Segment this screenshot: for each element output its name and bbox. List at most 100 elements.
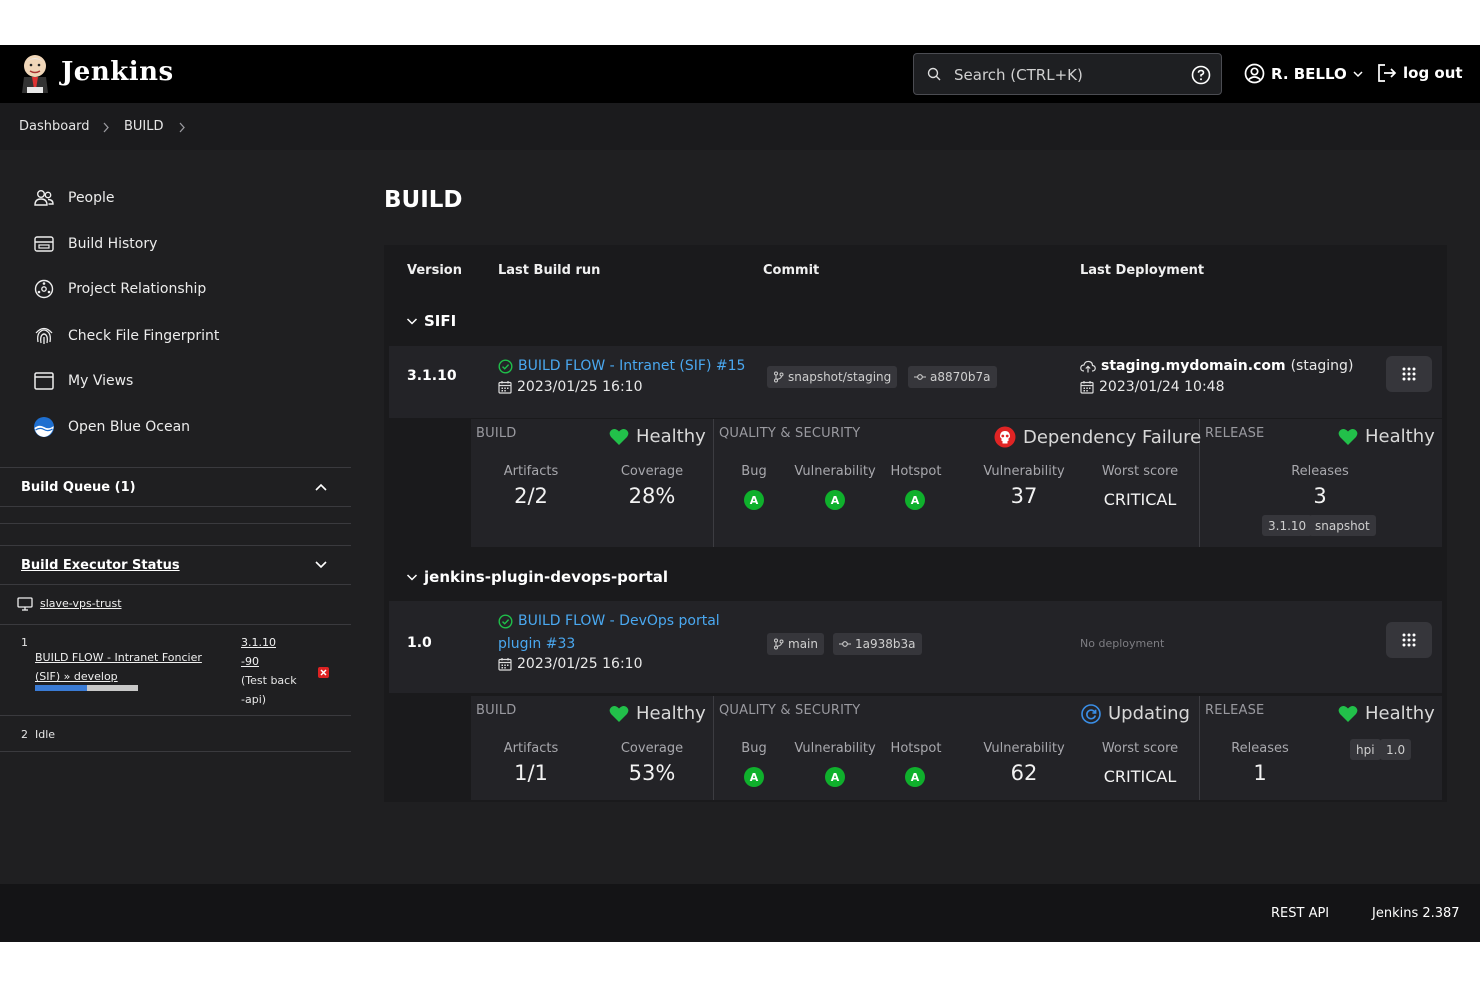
divider <box>0 624 351 625</box>
fingerprint-icon <box>35 327 53 344</box>
sidebar-item-label: Check File Fingerprint <box>68 328 220 344</box>
commit-tag[interactable]: a8870b7a <box>908 366 997 388</box>
branch-tag[interactable]: main <box>767 633 824 655</box>
grid-dots-icon <box>1402 367 1416 381</box>
chevron-up-icon[interactable] <box>314 482 328 492</box>
brand-title[interactable]: Jenkins <box>61 57 174 87</box>
deployment-date: 2023/01/24 10:48 <box>1080 379 1225 395</box>
cloud-upload-icon <box>1080 360 1096 372</box>
branch-tag[interactable]: snapshot/staging <box>767 366 898 388</box>
footer: REST API Jenkins 2.387 <box>0 884 1480 942</box>
quality-section-label: QUALITY & SECURITY <box>719 703 861 718</box>
executor-job-link-line2[interactable]: (SIF) » develop <box>35 667 118 686</box>
node-link[interactable]: slave-vps-trust <box>40 594 122 613</box>
worst-score-label: Worst score <box>1101 464 1179 479</box>
last-build-link-line2[interactable]: plugin #33 <box>498 633 575 655</box>
sidebar-item-label: My Views <box>68 373 134 389</box>
executor-status-header[interactable]: Build Executor Status <box>0 545 351 585</box>
releases-value: 1 <box>1253 761 1267 785</box>
sidebar-item-build-history[interactable]: Build History <box>33 232 157 256</box>
sidebar-item-project-relationship[interactable]: Project Relationship <box>33 277 206 301</box>
hotspot-grade-badge: A <box>905 767 925 787</box>
version-cell: 1.0 <box>407 635 432 651</box>
sidebar-item-people[interactable]: People <box>33 186 115 210</box>
executor-job-link[interactable]: BUILD FLOW - Intranet Foncier <box>35 648 202 667</box>
release-tag[interactable]: 3.1.10 <box>1262 515 1313 536</box>
releases-label: Releases <box>1231 741 1289 756</box>
search-box[interactable] <box>913 53 1222 95</box>
executor-build-link-line2[interactable]: -90 <box>241 652 259 671</box>
sidebar-item-check-fingerprint[interactable]: Check File Fingerprint <box>33 324 219 348</box>
executor-build-note-line2: -api) <box>241 693 267 706</box>
quality-section-label: QUALITY & SECURITY <box>719 426 861 441</box>
last-build-date-text: 2023/01/25 16:10 <box>517 656 643 672</box>
actions-menu-button[interactable] <box>1386 622 1432 658</box>
user-menu[interactable]: R. BELLO <box>1244 63 1363 84</box>
last-build-link[interactable]: BUILD FLOW - Intranet (SIF) #15 <box>498 358 745 374</box>
executor-build-note: (Test back <box>241 674 297 687</box>
deployment-target[interactable]: staging.mydomain.com (staging) <box>1080 358 1353 374</box>
dependency-vulnerability-label: Vulnerability <box>983 741 1065 756</box>
quality-status: Updating <box>1081 703 1190 724</box>
branch-icon <box>774 371 784 383</box>
divider <box>0 715 351 716</box>
release-section-label: RELEASE <box>1205 703 1265 718</box>
deployment-date-text: 2023/01/24 10:48 <box>1099 379 1225 395</box>
vulnerability-grade-badge: A <box>825 490 845 510</box>
build-queue-header[interactable]: Build Queue (1) <box>0 467 351 507</box>
breadcrumb-build[interactable]: BUILD <box>124 119 164 134</box>
branch-label: snapshot/staging <box>788 370 892 384</box>
actions-menu-button[interactable] <box>1386 356 1432 392</box>
grid-dots-icon <box>1402 633 1416 647</box>
divider <box>1199 696 1200 800</box>
executor-status-title[interactable]: Build Executor Status <box>21 558 180 573</box>
branch-icon <box>774 638 784 650</box>
vulnerability-grade-badge: A <box>825 767 845 787</box>
release-tag-label: snapshot <box>1315 518 1370 533</box>
worst-score-label: Worst score <box>1101 741 1179 756</box>
breadcrumb: Dashboard BUILD <box>0 103 1480 150</box>
executor-build-link[interactable]: 3.1.10 <box>241 633 276 652</box>
last-build-label: BUILD FLOW - Intranet (SIF) #15 <box>518 358 746 374</box>
sidebar-item-blue-ocean[interactable]: Open Blue Ocean <box>33 415 190 439</box>
group-header-devops-portal[interactable]: jenkins-plugin-devops-portal <box>406 568 668 586</box>
dependency-vulnerability-label: Vulnerability <box>983 464 1065 479</box>
chevron-right-icon[interactable] <box>102 122 110 133</box>
sidebar-item-my-views[interactable]: My Views <box>33 369 133 393</box>
rest-api-link[interactable]: REST API <box>1271 906 1329 921</box>
column-last-build: Last Build run <box>498 263 601 278</box>
release-tag[interactable]: hpi <box>1350 739 1381 760</box>
chevron-right-icon[interactable] <box>178 122 186 133</box>
releases-label: Releases <box>1291 464 1349 479</box>
refresh-icon <box>1081 703 1101 724</box>
build-queue-title: Build Queue (1) <box>21 480 136 495</box>
cancel-build-icon[interactable] <box>318 667 329 678</box>
release-tag[interactable]: snapshot <box>1309 515 1376 536</box>
executor-idle-status: Idle <box>35 728 56 741</box>
group-header-sifi[interactable]: SIFI <box>406 312 456 330</box>
commit-tag[interactable]: 1a938b3a <box>833 633 922 655</box>
logout-link[interactable]: log out <box>1376 63 1463 83</box>
logout-icon <box>1378 64 1397 82</box>
chevron-down-icon[interactable] <box>314 560 328 570</box>
help-icon[interactable] <box>1191 65 1211 85</box>
sidebar-item-label: Project Relationship <box>68 281 207 297</box>
blue-ocean-icon <box>34 417 54 437</box>
group-name: SIFI <box>424 312 457 330</box>
release-tag-label: 1.0 <box>1386 742 1406 757</box>
last-build-link[interactable]: BUILD FLOW - DevOps portal <box>498 613 720 629</box>
quality-status-text: Dependency Failure <box>1023 426 1202 448</box>
divider <box>0 523 351 524</box>
build-health-text: Healthy <box>636 426 706 447</box>
executor-progress-fill <box>35 685 87 691</box>
divider <box>713 419 714 547</box>
search-input[interactable] <box>954 64 1174 86</box>
release-tag[interactable]: 1.0 <box>1380 739 1412 760</box>
column-commit: Commit <box>763 263 820 278</box>
jenkins-logo-icon[interactable] <box>18 53 52 95</box>
sidebar-item-label: Build History <box>68 236 158 252</box>
breadcrumb-dashboard[interactable]: Dashboard <box>19 119 90 134</box>
commit-icon <box>839 641 851 647</box>
jenkins-version-link[interactable]: Jenkins 2.387 <box>1372 906 1460 921</box>
deployment-env: (staging) <box>1290 358 1354 374</box>
